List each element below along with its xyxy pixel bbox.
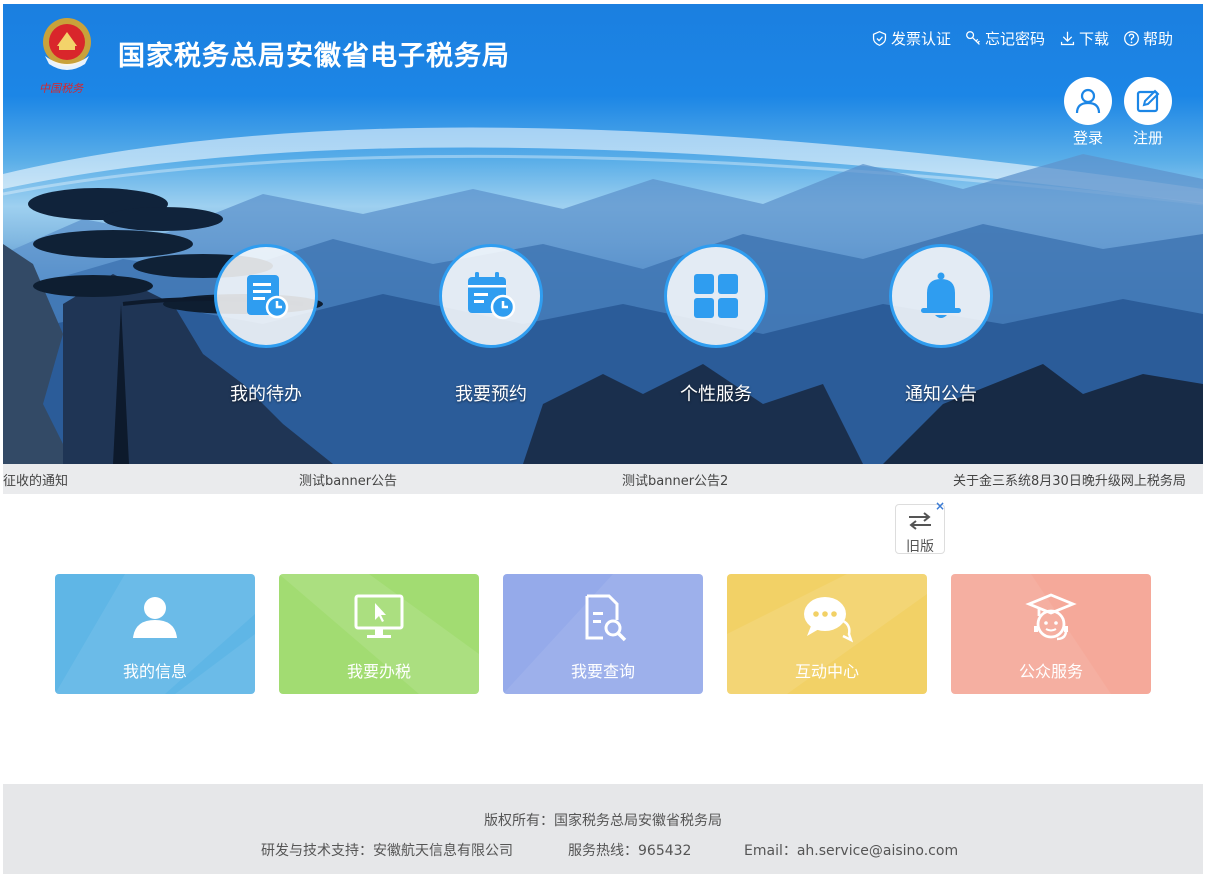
footer: 版权所有：国家税务总局安徽省税务局 研发与技术支持：安徽航天信息有限公司 服务热… [3,784,1203,874]
download-label: 下载 [1078,30,1109,48]
feature-label: 我要预约 [455,384,527,405]
todo-document-icon [247,275,289,319]
tile-public-service[interactable]: 公众服务 [951,574,1151,694]
feature-label: 个性服务 [680,384,752,405]
feature-my-todo[interactable]: 我的待办 [214,244,318,405]
feature-ring [439,244,543,348]
feature-ring [214,244,318,348]
monitor-cursor-icon [354,594,404,638]
register-circle [1124,77,1172,125]
tile-label: 我要查询 [570,662,635,681]
shield-check-icon [872,31,887,46]
bell-icon [921,272,961,318]
edit-icon [1136,89,1160,113]
page: 中国税务 国家税务总局安徽省电子税务局 发票认证 忘记密码 下载 帮助 登录 注… [0,0,1211,880]
help-label: 帮助 [1142,30,1173,48]
invoice-auth-link[interactable]: 发票认证 [871,28,951,49]
login-label: 登录 [1072,129,1103,147]
footer-copyright: 版权所有：国家税务总局安徽省税务局 [484,813,722,829]
tile-tax-handling[interactable]: 我要办税 [279,574,479,694]
download-icon [1060,31,1075,46]
feature-appointment[interactable]: 我要预约 [439,244,543,405]
help-icon [1124,31,1139,46]
register-label: 注册 [1132,129,1163,147]
marquee-item[interactable]: 测试banner公告2 [622,470,728,489]
hero-banner: 中国税务 国家税务总局安徽省电子税务局 发票认证 忘记密码 下载 帮助 登录 注… [3,4,1203,464]
feature-label: 我的待办 [230,384,302,405]
download-link[interactable]: 下载 [1059,28,1109,49]
document-search-icon [585,594,627,642]
tile-label: 我的信息 [122,662,187,681]
tile-label: 互动中心 [794,662,859,681]
old-version-label: 旧版 [906,539,934,555]
tile-label: 公众服务 [1018,662,1083,681]
invoice-auth-label: 发票认证 [890,30,951,48]
chat-bubble-icon [804,597,853,643]
tile-my-info[interactable]: 我的信息 [55,574,255,694]
forgot-password-link[interactable]: 忘记密码 [965,28,1045,49]
feature-ring [664,244,768,348]
tile-interaction-center[interactable]: 互动中心 [727,574,927,694]
feature-ring [889,244,993,348]
login-circle [1064,77,1112,125]
site-title: 国家税务总局安徽省电子税务局 [118,41,510,72]
swap-arrows-icon [909,512,931,530]
user-icon [1075,88,1101,114]
feature-announcements[interactable]: 通知公告 [889,244,993,405]
graduate-headset-icon [1025,593,1077,641]
close-icon[interactable]: × [935,499,945,513]
forgot-password-label: 忘记密码 [984,30,1045,48]
marquee-item[interactable]: 测试banner公告 [299,470,397,489]
logo-text: 中国税务 [39,82,83,95]
register-button[interactable]: 注册 [1123,77,1173,148]
top-links: 发票认证 忘记密码 下载 帮助 [871,28,1173,49]
announcement-marquee: 征收的通知 测试banner公告 测试banner公告2 关于金三系统8月30日… [3,464,1203,494]
login-button[interactable]: 登录 [1063,77,1113,148]
key-icon [966,31,980,45]
footer-hotline: 服务热线：965432 [568,843,692,859]
feature-personal-service[interactable]: 个性服务 [664,244,768,405]
user-icon [133,597,177,638]
footer-email: Email：ah.service@aisino.com [744,843,959,859]
mountain-landscape [3,127,1203,464]
grid-icon [694,274,738,318]
old-version-button[interactable]: 旧版 × [895,499,945,555]
tile-query[interactable]: 我要查询 [503,574,703,694]
footer-support: 研发与技术支持：安徽航天信息有限公司 [261,843,513,859]
tile-label: 我要办税 [346,662,411,681]
calendar-clock-icon [468,272,516,320]
marquee-item[interactable]: 征收的通知 [3,470,68,489]
marquee-item[interactable]: 关于金三系统8月30日晚升级网上税务局 [953,470,1186,489]
help-link[interactable]: 帮助 [1123,28,1173,49]
feature-label: 通知公告 [905,384,977,405]
